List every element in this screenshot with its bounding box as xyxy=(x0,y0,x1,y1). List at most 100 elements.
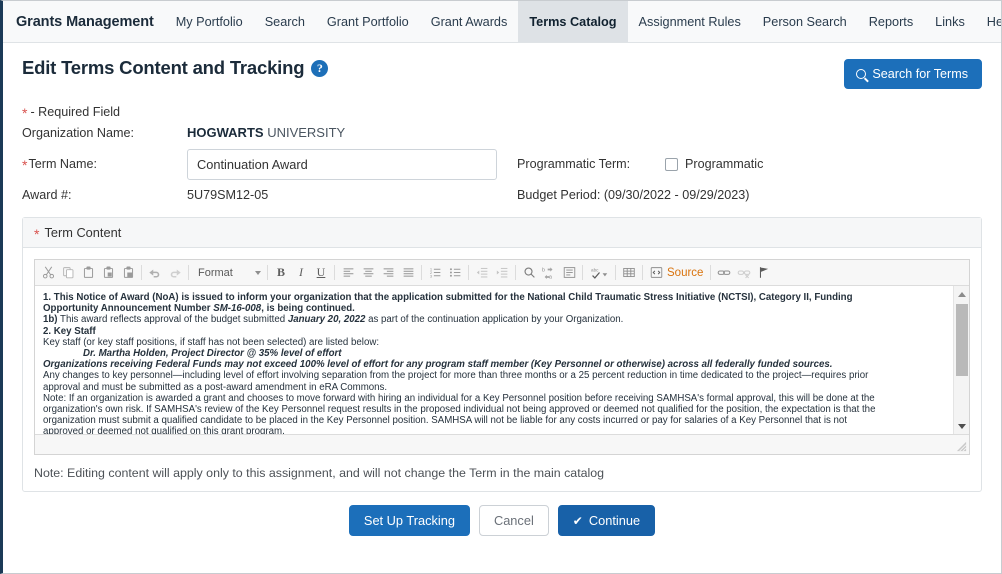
scroll-up-icon[interactable] xyxy=(954,286,969,302)
grid-spacer-b xyxy=(665,130,982,136)
scrollbar-thumb[interactable] xyxy=(956,304,968,376)
cut-icon[interactable] xyxy=(38,263,58,283)
italic-icon[interactable]: I xyxy=(291,263,311,283)
page-title-row: Edit Terms Content and Tracking ? Search… xyxy=(22,57,982,89)
toolbar-separator xyxy=(141,265,142,280)
cancel-button[interactable]: Cancel xyxy=(478,505,549,536)
term-name-label: * Term Name: xyxy=(22,143,187,185)
chevron-down-icon xyxy=(255,270,261,275)
search-for-terms-button[interactable]: Search for Terms xyxy=(844,59,982,89)
anchor-icon[interactable] xyxy=(754,263,774,283)
format-dropdown-label: Format xyxy=(198,266,233,279)
check-icon: ✔ xyxy=(572,513,583,528)
align-left-icon[interactable] xyxy=(338,263,358,283)
editor-line: Opportunity Announcement Number SM-16-00… xyxy=(43,303,945,314)
toolbar-separator xyxy=(468,265,469,280)
format-dropdown[interactable]: Format xyxy=(192,266,264,280)
editor-line: Key staff (or key staff positions, if st… xyxy=(43,337,945,348)
paste-text-icon[interactable] xyxy=(98,263,118,283)
editing-note: Note: Editing content will apply only to… xyxy=(34,466,605,480)
outdent-icon[interactable] xyxy=(472,263,492,283)
table-icon[interactable] xyxy=(619,263,639,283)
scroll-down-icon[interactable] xyxy=(954,418,969,434)
editor-resize-grip[interactable] xyxy=(956,441,967,452)
organization-name-value: HOGWARTS UNIVERSITY xyxy=(187,122,517,143)
align-center-icon[interactable] xyxy=(358,263,378,283)
required-field-legend: * - Required Field xyxy=(22,105,982,120)
nav-item-grant-portfolio[interactable]: Grant Portfolio xyxy=(316,1,420,42)
toolbar-separator xyxy=(267,265,268,280)
nav-item-terms-catalog[interactable]: Terms Catalog xyxy=(518,1,628,42)
nav-item-help[interactable]: Help xyxy=(976,1,1001,42)
redo-icon[interactable] xyxy=(165,263,185,283)
editor-line: organization must submit a qualified can… xyxy=(43,415,945,426)
nav-item-person-search[interactable]: Person Search xyxy=(752,1,858,42)
form-action-buttons: Set Up Tracking Cancel ✔ Continue xyxy=(22,505,982,550)
editor-content[interactable]: 1. This Notice of Award (NoA) is issued … xyxy=(35,286,953,434)
toolbar-separator xyxy=(515,265,516,280)
underline-icon[interactable]: U xyxy=(311,263,331,283)
editor-vertical-scrollbar[interactable] xyxy=(953,286,969,434)
continue-button[interactable]: ✔ Continue xyxy=(557,505,656,536)
term-content-panel-title: Term Content xyxy=(44,225,122,240)
term-content-panel: * Term Content Format B I U 1 2 3 b a ab… xyxy=(22,217,982,492)
programmatic-checkbox-label: Programmatic xyxy=(685,157,764,171)
bold-icon[interactable]: B xyxy=(271,263,291,283)
editor-status-bar xyxy=(35,434,969,454)
replace-icon[interactable]: b a xyxy=(539,263,559,283)
nav-item-reports[interactable]: Reports xyxy=(858,1,924,42)
term-name-input[interactable] xyxy=(187,148,497,180)
editor-text-run: , is being continued. xyxy=(261,303,355,315)
editor-text-run: as part of the continuation application … xyxy=(365,314,624,326)
nav-item-grant-awards[interactable]: Grant Awards xyxy=(420,1,519,42)
editor-text-run: organization must submit a qualified can… xyxy=(43,415,847,427)
show-blocks-icon[interactable] xyxy=(559,263,579,283)
organization-name-secondary: UNIVERSITY xyxy=(267,125,346,140)
paste-word-icon[interactable] xyxy=(118,263,138,283)
required-asterisk-icon-term-name: * xyxy=(22,157,28,173)
search-for-terms-label: Search for Terms xyxy=(872,67,968,81)
page-content: Edit Terms Content and Tracking ? Search… xyxy=(3,43,1001,550)
programmatic-checkbox-wrapper[interactable]: Programmatic xyxy=(665,157,763,171)
editor-line: 1. This Notice of Award (NoA) is issued … xyxy=(43,292,945,303)
nav-item-search[interactable]: Search xyxy=(254,1,316,42)
award-number-label: Award #: xyxy=(22,188,72,202)
nav-item-assignment-rules[interactable]: Assignment Rules xyxy=(628,1,752,42)
programmatic-checkbox[interactable] xyxy=(665,157,678,171)
term-content-panel-header: * Term Content xyxy=(23,218,981,248)
link-icon[interactable] xyxy=(714,263,734,283)
toolbar-separator xyxy=(188,265,189,280)
source-icon xyxy=(650,267,663,278)
editor-line: approval and must be submitted as a post… xyxy=(43,382,945,393)
nav-item-links[interactable]: Links xyxy=(924,1,976,42)
unlink-icon[interactable] xyxy=(734,263,754,283)
editor-text-run: Key staff (or key staff positions, if st… xyxy=(43,336,380,348)
set-up-tracking-button[interactable]: Set Up Tracking xyxy=(348,505,470,536)
editor-text-run: organization's own risk. If SAMHSA's rev… xyxy=(43,404,876,416)
editor-text-run: Dr. Martha Holden, Project Director @ 35… xyxy=(83,348,342,360)
budget-period-value: Budget Period: (09/30/2022 - 09/29/2023) xyxy=(517,188,750,202)
numbered-list-icon[interactable]: 1 2 3 xyxy=(425,263,445,283)
spellcheck-icon[interactable]: abc xyxy=(586,263,612,283)
undo-icon[interactable] xyxy=(145,263,165,283)
copy-icon[interactable] xyxy=(58,263,78,283)
editor-line: approved or deemed not qualified on this… xyxy=(43,426,945,434)
toolbar-separator xyxy=(710,265,712,280)
justify-icon[interactable] xyxy=(398,263,418,283)
editor-text-run: Organizations receiving Federal Funds ma… xyxy=(43,359,833,371)
source-button[interactable]: Source xyxy=(646,266,707,279)
editor-editing-area[interactable]: 1. This Notice of Award (NoA) is issued … xyxy=(35,286,969,434)
nav-item-my-portfolio[interactable]: My Portfolio xyxy=(165,1,254,42)
editor-text-run: approved or deemed not qualified on this… xyxy=(43,426,285,434)
indent-icon[interactable] xyxy=(492,263,512,283)
bulleted-list-icon[interactable] xyxy=(445,263,465,283)
continue-button-label: Continue xyxy=(588,513,641,528)
find-icon[interactable] xyxy=(519,263,539,283)
term-name-label-text: Term Name: xyxy=(28,157,98,171)
question-mark-icon[interactable]: ? xyxy=(311,59,329,77)
paste-icon[interactable] xyxy=(78,263,98,283)
editor-line: Organizations receiving Federal Funds ma… xyxy=(43,359,945,370)
application-window: Grants Management My Portfolio Search Gr… xyxy=(0,0,1002,574)
align-right-icon[interactable] xyxy=(378,263,398,283)
toolbar-separator xyxy=(615,265,616,280)
